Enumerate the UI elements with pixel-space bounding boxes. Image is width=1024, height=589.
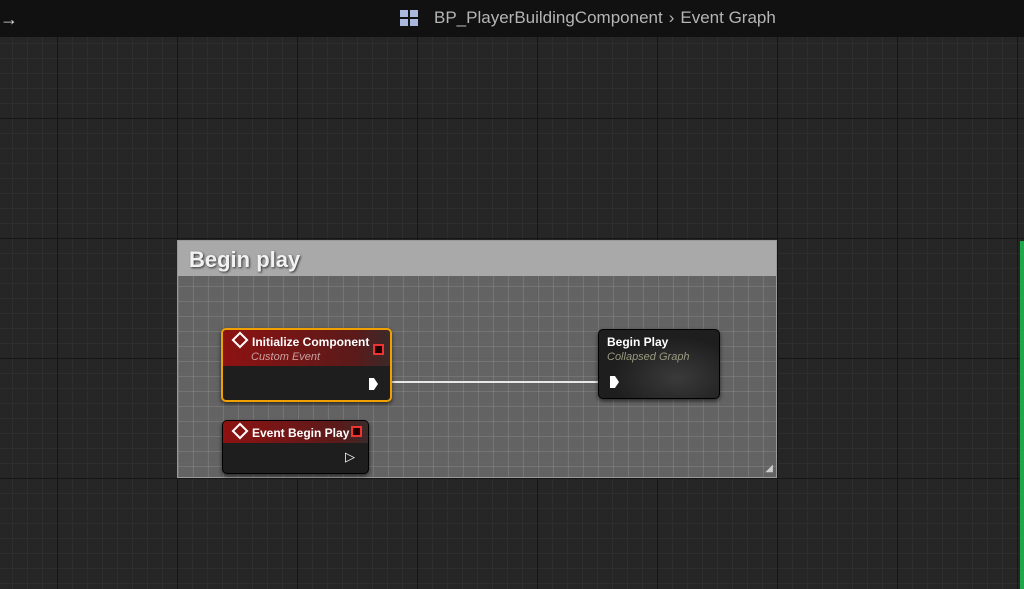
offscreen-node-edge[interactable] bbox=[1020, 241, 1024, 589]
blueprint-icon bbox=[400, 10, 422, 26]
node-header: Event Begin Play bbox=[223, 421, 368, 443]
initialize-component-node[interactable]: Initialize Component Custom Event bbox=[221, 328, 392, 402]
event-begin-play-node[interactable]: Event Begin Play ▷ bbox=[222, 420, 369, 474]
breadcrumb-blueprint[interactable]: BP_PlayerBuildingComponent bbox=[434, 8, 663, 28]
breadcrumb: BP_PlayerBuildingComponent › Event Graph bbox=[400, 8, 776, 28]
comment-title[interactable]: Begin play bbox=[178, 241, 776, 276]
delegate-pin-icon[interactable] bbox=[351, 426, 362, 437]
exec-out-pin-hollow-icon[interactable]: ▷ bbox=[345, 449, 355, 465]
node-header: Initialize Component Custom Event bbox=[223, 330, 390, 366]
delegate-pin-icon[interactable] bbox=[373, 344, 384, 355]
begin-play-collapsed-node[interactable]: Begin Play Collapsed Graph bbox=[598, 329, 720, 399]
top-bar: → BP_PlayerBuildingComponent › Event Gra… bbox=[0, 0, 1024, 37]
exec-wire bbox=[381, 381, 613, 383]
breadcrumb-graph[interactable]: Event Graph bbox=[680, 8, 775, 28]
chevron-right-icon: › bbox=[668, 8, 675, 27]
node-subtitle: Custom Event bbox=[251, 351, 321, 363]
node-title: Initialize Component bbox=[252, 335, 370, 349]
event-diamond-icon bbox=[231, 422, 249, 440]
event-diamond-icon bbox=[231, 331, 249, 349]
node-title: Event Begin Play bbox=[252, 426, 350, 440]
back-arrow-icon[interactable]: → bbox=[0, 9, 18, 30]
exec-out-pin-icon[interactable] bbox=[369, 378, 378, 390]
resize-handle-icon[interactable]: ◢ bbox=[765, 463, 773, 474]
exec-in-pin-icon[interactable] bbox=[610, 376, 619, 388]
node-subtitle: Collapsed Graph bbox=[607, 351, 690, 363]
